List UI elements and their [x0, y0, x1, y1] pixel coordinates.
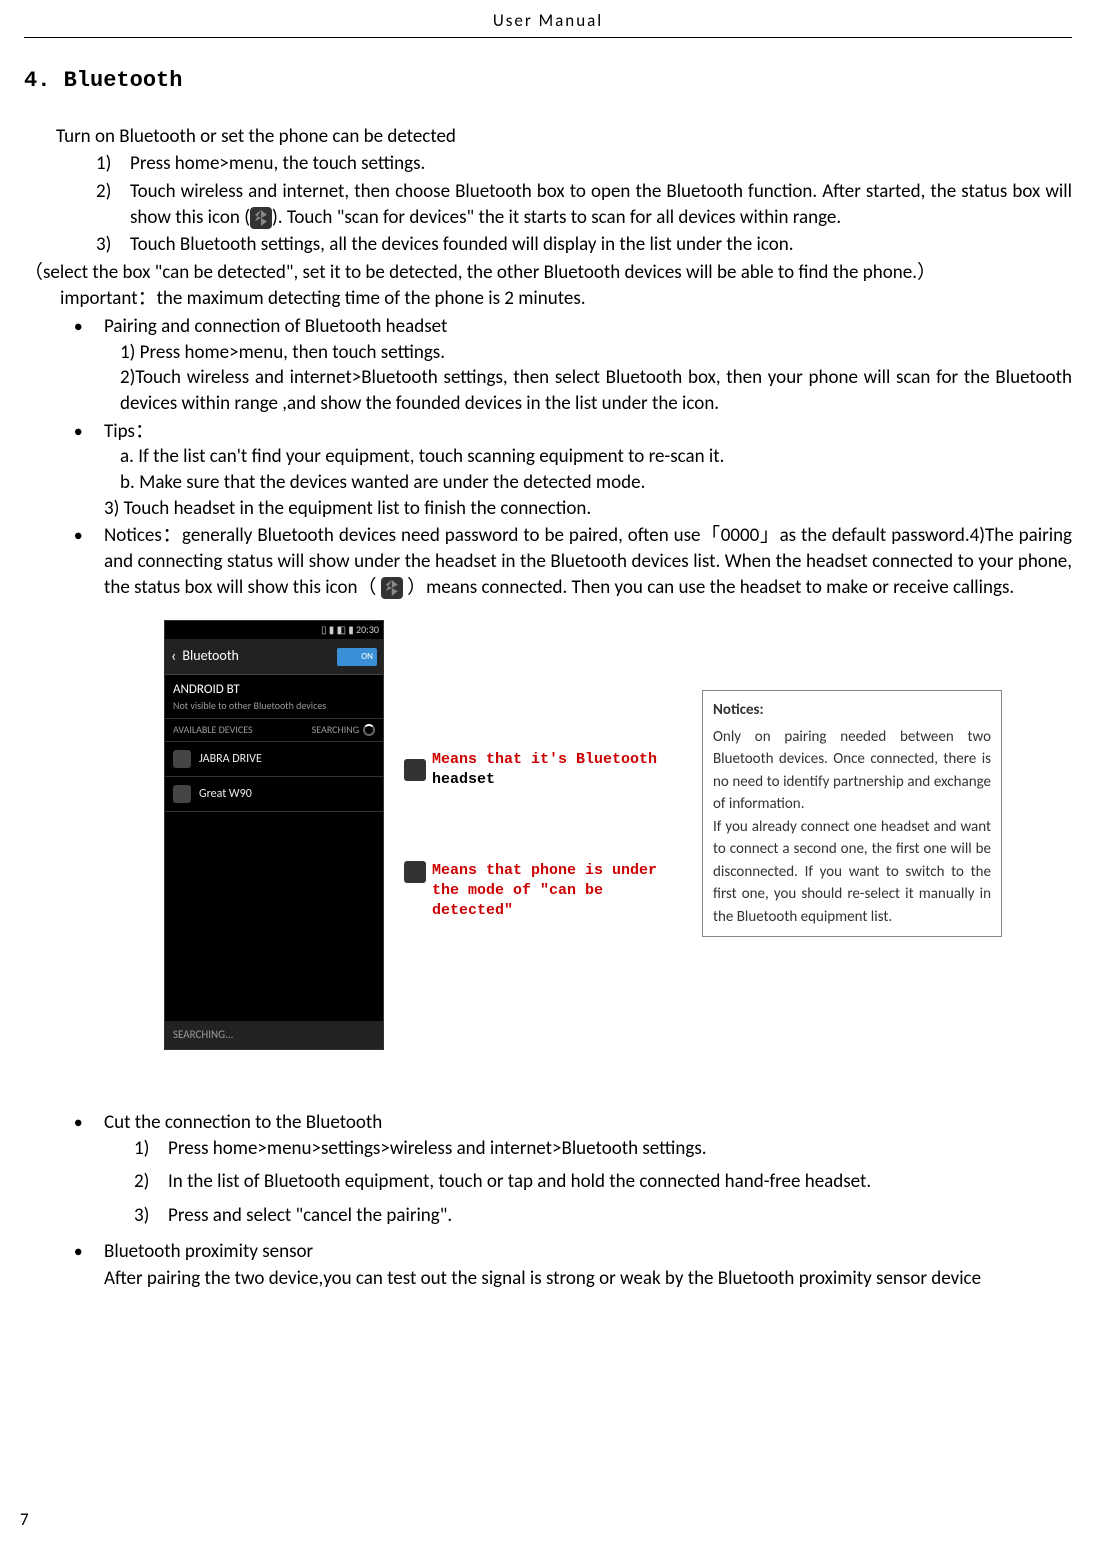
bluetooth-icon	[250, 207, 272, 229]
step-num: 3)	[96, 232, 130, 258]
proximity-after: After pairing the two device,you can tes…	[104, 1266, 1072, 1292]
cut-step-1: 1) Press home>menu>settings>wireless and…	[134, 1136, 1072, 1162]
phone-statusbar: ▯ ▮ ◧ ▮ 20:30	[165, 621, 383, 639]
callout-2: Means that phone is under the mode of "c…	[404, 861, 682, 922]
step-2: 2) Touch wireless and internet, then cho…	[96, 179, 1072, 230]
bullet-title: Tips：	[104, 419, 1072, 445]
bullet-list: ● Pairing and connection of Bluetooth he…	[74, 314, 1072, 600]
sub-step-3: 3) Touch headset in the equipment list t…	[104, 496, 1072, 522]
bullet-dot: ●	[74, 1239, 104, 1265]
page-number: 7	[20, 1509, 29, 1532]
bullet-tips: ● Tips： a. If the list can't find your e…	[74, 419, 1072, 522]
bullet-dot: ●	[74, 314, 104, 417]
available-label: AVAILABLE DEVICES	[173, 723, 253, 737]
status-time: 20:30	[356, 623, 379, 636]
step-body: Touch Bluetooth settings, all the device…	[130, 232, 1072, 258]
callout-1-black: headset	[432, 771, 495, 788]
sub-step-1: 1) Press home>menu, then touch settings.	[120, 340, 1072, 366]
headset-callout-icon	[404, 759, 426, 781]
back-icon[interactable]: ‹	[171, 646, 176, 668]
step-1: 1) Press home>menu, the touch settings.	[96, 151, 1072, 177]
step-body: Press home>menu, the touch settings.	[130, 151, 1072, 177]
notice-box: Notices: Only on pairing needed between …	[702, 690, 1002, 937]
cut-step-3: 3) Press and select "cancel the pairing"…	[134, 1203, 1072, 1229]
step-num: 1)	[134, 1136, 168, 1162]
bullet-proximity: ● Bluetooth proximity sensor	[74, 1239, 1072, 1265]
step-2-text-b: ). Touch "scan for devices" the it start…	[272, 206, 841, 229]
bullet-notices: ● Notices：generally Bluetooth devices ne…	[74, 523, 1072, 600]
cut-step-2: 2) In the list of Bluetooth equipment, t…	[134, 1169, 1072, 1195]
step-body: Press home>menu>settings>wireless and in…	[168, 1136, 707, 1162]
device-name-row[interactable]: ANDROID BT Not visible to other Bluetoot…	[165, 675, 383, 719]
figure-row: ▯ ▮ ◧ ▮ 20:30 ‹ Bluetooth ON ANDROID BT …	[164, 620, 1072, 1050]
device-name: ANDROID BT	[173, 681, 375, 699]
tip-b: b. Make sure that the devices wanted are…	[120, 470, 1072, 496]
step-num: 1)	[96, 151, 130, 177]
device-row[interactable]: JABRA DRIVE	[165, 742, 383, 777]
phone-bottombar: SEARCHING...	[165, 1021, 383, 1049]
phone-titlebar: ‹ Bluetooth ON	[165, 639, 383, 675]
headset-icon	[173, 750, 191, 768]
step-num: 2)	[134, 1169, 168, 1195]
bullet-title: Bluetooth proximity sensor	[104, 1239, 1072, 1265]
step-num: 2)	[96, 179, 130, 230]
phone-screenshot: ▯ ▮ ◧ ▮ 20:30 ‹ Bluetooth ON ANDROID BT …	[164, 620, 384, 1050]
bluetooth-toggle[interactable]: ON	[337, 648, 377, 666]
intro-text: Turn on Bluetooth or set the phone can b…	[56, 124, 1072, 150]
step-body: Touch wireless and internet, then choose…	[130, 179, 1072, 230]
status-icons: ▯ ▮ ◧ ▮	[321, 623, 356, 636]
device-visibility: Not visible to other Bluetooth devices	[173, 699, 375, 713]
step-3: 3) Touch Bluetooth settings, all the dev…	[96, 232, 1072, 258]
bullet-title: Cut the connection to the Bluetooth	[104, 1110, 1072, 1136]
available-header: AVAILABLE DEVICES SEARCHING	[165, 719, 383, 742]
bullet-dot: ●	[74, 1110, 104, 1237]
step-body: In the list of Bluetooth equipment, touc…	[168, 1169, 871, 1195]
page-header: User Manual	[24, 10, 1072, 38]
spinner-icon	[363, 724, 375, 736]
phone-device-icon	[173, 785, 191, 803]
device-row[interactable]: Great W90	[165, 777, 383, 812]
searching-label: SEARCHING	[312, 723, 359, 737]
sub-step-2: 2)Touch wireless and internet>Bluetooth …	[120, 365, 1072, 416]
section-title: 4. Bluetooth	[24, 66, 1072, 96]
bullet-dot: ●	[74, 523, 104, 600]
callout-2-red: Means that phone is under the mode of "c…	[432, 862, 657, 920]
notices-post: ）means connected. Then you can use the h…	[407, 576, 1014, 599]
bullet-dot: ●	[74, 419, 104, 522]
notice-body: Only on pairing needed between two Bluet…	[713, 726, 991, 929]
callouts-column: Means that it's Bluetooth headset Means …	[404, 620, 682, 921]
bullet-pairing: ● Pairing and connection of Bluetooth he…	[74, 314, 1072, 417]
important-note: important：the maximum detecting time of …	[60, 286, 1072, 312]
device-label: JABRA DRIVE	[199, 751, 262, 767]
notice-title: Notices:	[713, 699, 991, 722]
callout-1: Means that it's Bluetooth headset	[404, 750, 682, 791]
phone-callout-icon	[404, 861, 426, 883]
bullet-title: Pairing and connection of Bluetooth head…	[104, 314, 1072, 340]
select-note: （select the box "can be detected", set i…	[24, 260, 1072, 286]
numbered-list: 1) Press home>menu, the touch settings. …	[96, 151, 1072, 258]
bluetooth-connected-icon	[381, 577, 403, 599]
bullet-list-2: ● Cut the connection to the Bluetooth 1)…	[74, 1110, 1072, 1292]
tip-a: a. If the list can't find your equipment…	[120, 444, 1072, 470]
device-label: Great W90	[199, 786, 252, 802]
step-body: Press and select "cancel the pairing".	[168, 1203, 452, 1229]
phone-title: Bluetooth	[182, 647, 238, 666]
bullet-cut: ● Cut the connection to the Bluetooth 1)…	[74, 1110, 1072, 1237]
callout-1-red: Means that it's Bluetooth	[432, 751, 657, 768]
step-num: 3)	[134, 1203, 168, 1229]
